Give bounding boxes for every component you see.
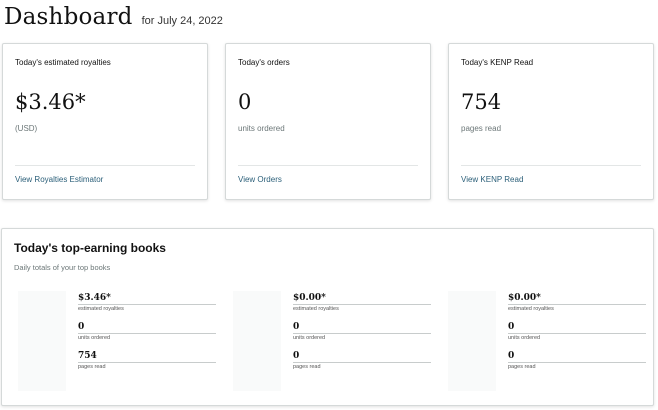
page-date: for July 24, 2022 (141, 15, 223, 27)
divider (293, 362, 431, 363)
page-title: Dashboard (4, 4, 133, 30)
units-label: units ordered (293, 335, 326, 341)
royalties-label: estimated royalties (508, 306, 554, 312)
top-earning-books-panel: Today's top-earning books Daily totals o… (1, 228, 654, 406)
units-value: 0 (508, 322, 515, 332)
units-label: units ordered (78, 335, 111, 341)
panel-subtitle: Daily totals of your top books (14, 263, 111, 272)
divider (78, 304, 216, 305)
view-royalties-estimator-link[interactable]: View Royalties Estimator (15, 175, 103, 184)
divider (461, 165, 641, 166)
royalties-value: $0.00* (508, 293, 541, 303)
units-stat: 0 units ordered (78, 322, 216, 341)
book-cover[interactable] (18, 291, 66, 391)
divider (78, 362, 216, 363)
royalties-value: $3.46* (78, 293, 111, 303)
kenp-card: Today's KENP Read 754 pages read View KE… (448, 43, 654, 200)
royalties-stat: $0.00* estimated royalties (293, 293, 431, 312)
royalties-label: estimated royalties (293, 306, 339, 312)
units-stat: 0 units ordered (293, 322, 431, 341)
royalties-label: estimated royalties (78, 306, 124, 312)
divider (293, 304, 431, 305)
divider (78, 333, 216, 334)
royalties-stat: $3.46* estimated royalties (78, 293, 216, 312)
units-value: 0 (293, 322, 300, 332)
card-value: $3.46* (15, 90, 86, 114)
pages-label: pages read (508, 364, 536, 370)
card-sub: pages read (461, 124, 502, 133)
divider (508, 304, 646, 305)
pages-value: 0 (293, 351, 300, 361)
units-label: units ordered (508, 335, 541, 341)
divider (293, 333, 431, 334)
pages-stat: 0 pages read (508, 351, 646, 370)
orders-card: Today's orders 0 units ordered View Orde… (225, 43, 431, 200)
book-cover[interactable] (448, 291, 496, 391)
card-label: Today's orders (238, 58, 290, 67)
pages-stat: 754 pages read (78, 351, 216, 370)
units-stat: 0 units ordered (508, 322, 646, 341)
book-summary[interactable]: $0.00* estimated royalties 0 units order… (233, 291, 433, 403)
pages-label: pages read (293, 364, 321, 370)
card-sub: (USD) (15, 124, 38, 133)
royalties-stat: $0.00* estimated royalties (508, 293, 646, 312)
card-label: Today's estimated royalties (15, 58, 111, 67)
card-value: 754 (461, 90, 502, 114)
pages-value: 754 (78, 351, 97, 361)
panel-title: Today's top-earning books (14, 241, 166, 255)
card-sub: units ordered (238, 124, 285, 133)
view-kenp-read-link[interactable]: View KENP Read (461, 175, 523, 184)
card-label: Today's KENP Read (461, 58, 534, 67)
page-header: Dashboard for July 24, 2022 (4, 4, 223, 30)
divider (508, 362, 646, 363)
pages-label: pages read (78, 364, 106, 370)
divider (15, 165, 195, 166)
book-summary[interactable]: $3.46* estimated royalties 0 units order… (18, 291, 218, 403)
card-value: 0 (238, 90, 252, 114)
units-value: 0 (78, 322, 85, 332)
view-orders-link[interactable]: View Orders (238, 175, 282, 184)
royalties-card: Today's estimated royalties $3.46* (USD)… (2, 43, 208, 200)
pages-stat: 0 pages read (293, 351, 431, 370)
pages-value: 0 (508, 351, 515, 361)
divider (508, 333, 646, 334)
book-cover[interactable] (233, 291, 281, 391)
royalties-value: $0.00* (293, 293, 326, 303)
divider (238, 165, 418, 166)
book-summary[interactable]: $0.00* estimated royalties 0 units order… (448, 291, 648, 403)
